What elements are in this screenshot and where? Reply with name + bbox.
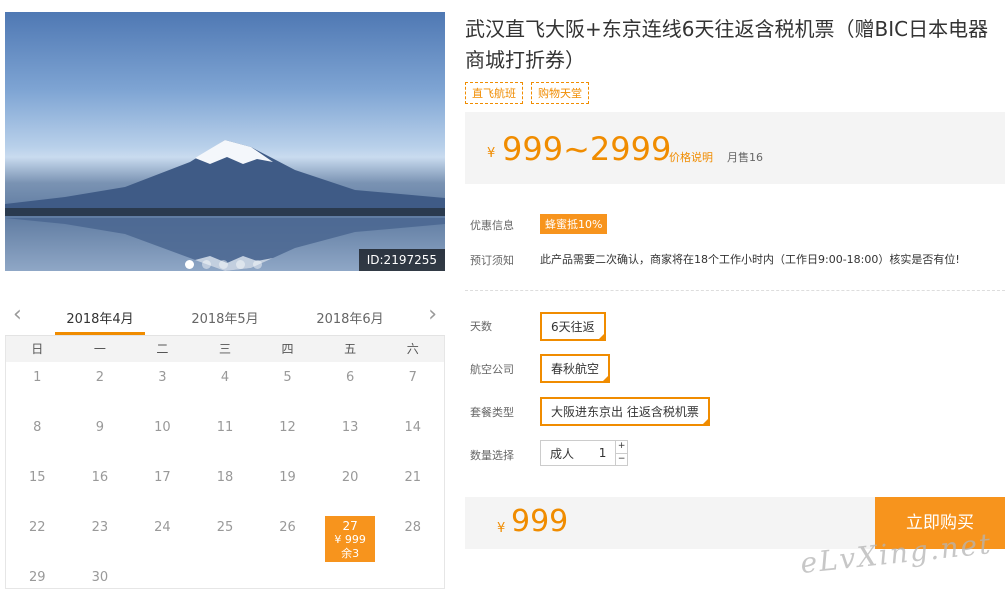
- option-airline[interactable]: 春秋航空: [540, 354, 611, 383]
- days-label: 天数: [470, 320, 492, 333]
- weekday-label: 一: [93, 342, 106, 356]
- calendar-day-selected[interactable]: 27 ¥ 999 余3: [324, 516, 376, 562]
- calendar-day: 19: [279, 470, 296, 485]
- chevron-right-icon[interactable]: ›: [428, 304, 437, 326]
- promo-label: 优惠信息: [470, 219, 514, 232]
- price-explain-link[interactable]: 价格说明: [669, 149, 713, 165]
- weekday-label: 六: [406, 342, 419, 356]
- carousel-dot[interactable]: [185, 260, 194, 269]
- carousel-dot[interactable]: [253, 260, 262, 269]
- total-amount: 999: [511, 504, 569, 539]
- calendar-day: 14: [404, 420, 421, 435]
- quantity-value[interactable]: 1: [590, 446, 615, 460]
- weekday-label: 四: [281, 342, 294, 356]
- calendar-day: 11: [216, 420, 234, 435]
- increment-button[interactable]: +: [616, 441, 627, 453]
- calendar-day: 16: [91, 470, 109, 485]
- day-remaining: 余3: [341, 547, 360, 560]
- notice-label: 预订须知: [470, 254, 514, 267]
- calendar-day: 12: [279, 420, 296, 435]
- calendar-day: 15: [29, 470, 46, 485]
- day-price: ¥ 999: [334, 533, 366, 546]
- calendar-day: 22: [29, 520, 46, 535]
- carousel-dot[interactable]: [236, 260, 245, 269]
- weekday-label: 三: [218, 342, 231, 356]
- calendar-day: 5: [283, 370, 292, 385]
- promo-badge: 蜂蜜抵10%: [540, 214, 608, 234]
- calendar-day: 7: [408, 370, 417, 385]
- calendar-day: 6: [345, 370, 355, 385]
- price-range: 999~2999: [502, 130, 672, 168]
- weekday-header: 日 一 二 三 四 五 六: [6, 336, 444, 362]
- calendar-day: 30: [91, 570, 109, 585]
- tag-shopping: 购物天堂: [531, 82, 589, 104]
- calendar-day: 3: [158, 370, 167, 385]
- calendar-month-tabs: ‹ 2018年4月 2018年5月 2018年6月 ›: [5, 300, 445, 336]
- calendar-day: 28: [404, 520, 421, 535]
- option-days[interactable]: 6天往返: [540, 312, 606, 341]
- day-number: 27: [342, 519, 358, 533]
- product-title: 武汉直飞大阪+东京连线6天往返含税机票（赠BIC日本电器商城打折券）: [465, 17, 989, 72]
- product-image[interactable]: ID:2197255: [5, 12, 445, 271]
- airline-label: 航空公司: [470, 363, 514, 376]
- decrement-button[interactable]: −: [616, 452, 627, 466]
- calendar-day: 20: [341, 470, 359, 485]
- passenger-type: 成人: [550, 446, 575, 461]
- quantity-stepper: 成人 1 + −: [540, 440, 628, 466]
- calendar-day: 25: [216, 520, 234, 535]
- carousel-dot[interactable]: [202, 260, 211, 269]
- package-label: 套餐类型: [470, 406, 514, 419]
- calendar-day: 8: [33, 420, 42, 435]
- option-package[interactable]: 大阪进东京出 往返含税机票: [540, 397, 710, 426]
- calendar-day: 13: [341, 420, 359, 435]
- stepper-buttons: + −: [615, 441, 627, 465]
- calendar-day: 10: [154, 420, 171, 435]
- calendar-day: 17: [154, 470, 171, 485]
- calendar-day: 23: [91, 520, 109, 535]
- total-panel: ¥ 999: [465, 497, 875, 549]
- quantity-label: 数量选择: [470, 449, 514, 462]
- tab-month-april[interactable]: 2018年4月: [55, 308, 145, 327]
- calendar-day: 24: [154, 520, 171, 535]
- total-currency: ¥: [497, 521, 506, 536]
- calendar-day: 21: [404, 470, 421, 485]
- tab-month-june[interactable]: 2018年6月: [305, 308, 395, 327]
- tab-month-may[interactable]: 2018年5月: [180, 308, 270, 327]
- weekday-label: 二: [156, 342, 169, 356]
- weekday-label: 日: [31, 342, 44, 356]
- product-tags: 直飞航班 购物天堂: [465, 82, 589, 104]
- calendar: 日 一 二 三 四 五 六 1 2 3 4 5 6 7 8 9 10 11 12 13 14 15 16 17 1…: [5, 336, 445, 589]
- price-panel: ¥ 999~2999 价格说明 月售16: [465, 112, 1005, 184]
- booking-notice: 此产品需要二次确认，商家将在18个工作小时内（工作日9:00-18:00）核实是…: [540, 253, 960, 266]
- calendar-day: 29: [29, 570, 46, 585]
- carousel-dot[interactable]: [219, 260, 228, 269]
- calendar-days: 1 2 3 4 5 6 7 8 9 10 11 12 13 14 15 16 17 18 19 20 21 22 23 24 2…: [6, 362, 444, 589]
- tag-direct-flight: 直飞航班: [465, 82, 523, 104]
- calendar-day: 2: [95, 370, 104, 385]
- calendar-day: 1: [33, 370, 42, 385]
- calendar-day: 18: [216, 470, 234, 485]
- calendar-day: 26: [279, 520, 296, 535]
- chevron-left-icon[interactable]: ‹: [13, 304, 22, 326]
- monthly-sales: 月售16: [727, 151, 763, 164]
- weekday-label: 五: [344, 342, 357, 356]
- currency-symbol: ¥: [487, 146, 496, 161]
- mount-fuji-illustration: [5, 140, 445, 271]
- carousel-dots: [185, 260, 262, 269]
- calendar-day: 4: [220, 370, 230, 385]
- divider: [465, 290, 1005, 291]
- active-month-underline: [55, 332, 145, 335]
- calendar-day: 9: [95, 420, 104, 435]
- image-id-badge: ID:2197255: [358, 249, 445, 271]
